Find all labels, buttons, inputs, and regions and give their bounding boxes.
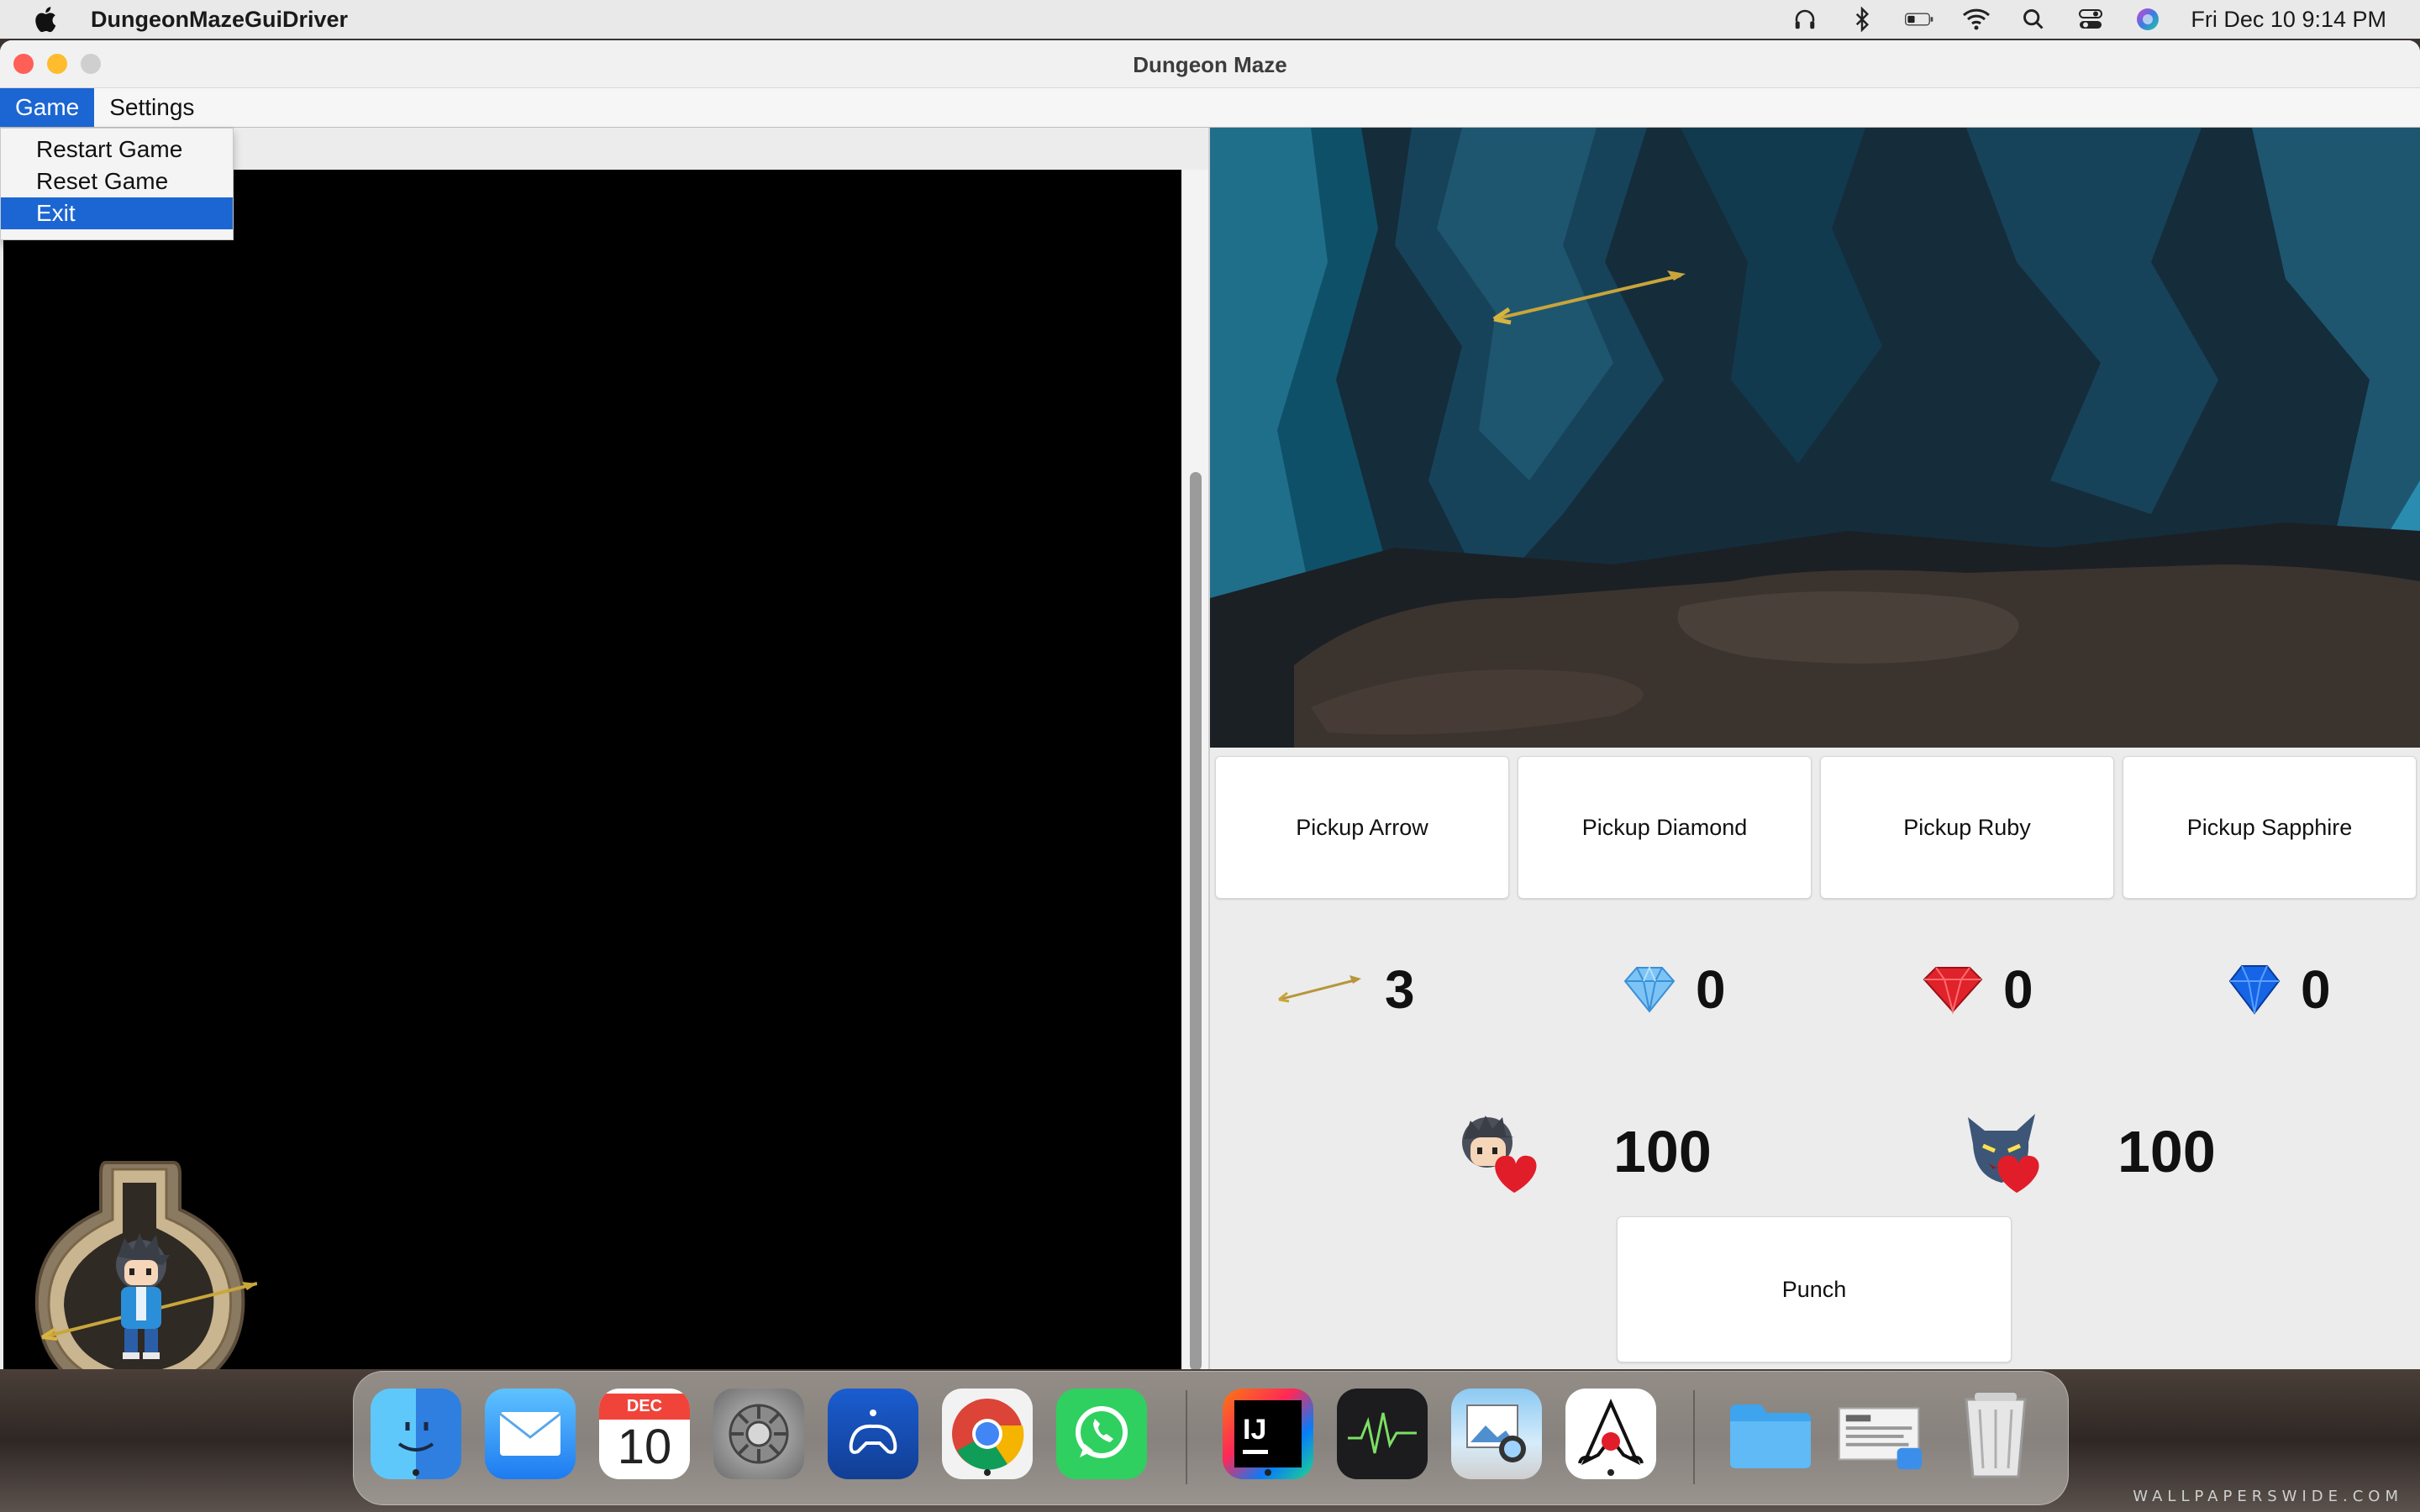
maze-vertical-scrollbar[interactable] [1183, 170, 1208, 1369]
menu-game[interactable]: Game [0, 88, 95, 127]
dock-separator-2 [1693, 1390, 1695, 1484]
sapphire-count: 0 [2301, 959, 2331, 1020]
arrow-inventory: 3 [1274, 956, 1415, 1023]
pickup-arrow-button[interactable]: Pickup Arrow [1215, 756, 1509, 899]
playstation-remote-icon[interactable] [828, 1389, 918, 1479]
wallpaper-watermark: WALLPAPERSWIDE.COM [2133, 1488, 2403, 1505]
player-health: 100 [1454, 1105, 1712, 1198]
menu-settings[interactable]: Settings [94, 88, 209, 127]
diamond-count: 0 [1696, 959, 1726, 1020]
battery-icon[interactable] [1905, 7, 1933, 32]
punch-button[interactable]: Punch [1617, 1216, 2012, 1362]
diamond-inventory: 0 [1622, 956, 1726, 1023]
menubar-clock[interactable]: Fri Dec 10 9:14 PM [2191, 7, 2386, 33]
bluetooth-icon[interactable] [1848, 7, 1876, 32]
intellij-icon[interactable]: IJ [1223, 1389, 1313, 1479]
headphones-icon[interactable] [1791, 7, 1819, 32]
system-menu-bar: DungeonMazeGuiDriver Fri Dec 10 9:14 PM [0, 0, 2420, 39]
window-title: Dungeon Maze [1133, 52, 1287, 77]
preview-icon[interactable] [1451, 1389, 1542, 1479]
java-app-icon[interactable] [1565, 1389, 1656, 1479]
java-app-running-dot [1607, 1469, 1614, 1476]
folder-icon[interactable] [1725, 1389, 1816, 1479]
search-icon[interactable] [2019, 7, 2048, 32]
intellij-label: IJ [1243, 1414, 1267, 1446]
arrow-icon [1278, 975, 1361, 1003]
ruby-icon [1923, 967, 1983, 1015]
maze-pane [0, 128, 1208, 1369]
finder-running-dot [413, 1469, 419, 1476]
vertical-scroll-thumb[interactable] [1190, 472, 1202, 1369]
wifi-icon[interactable] [1962, 7, 1991, 32]
calendar-day: 10 [617, 1419, 672, 1474]
chrome-running-dot [984, 1469, 991, 1476]
ruby-count: 0 [2003, 959, 2033, 1020]
apple-icon[interactable] [32, 4, 57, 34]
sapphire-icon [2228, 965, 2281, 1015]
window-titlebar[interactable]: Dungeon Maze [0, 40, 2420, 88]
intellij-running-dot [1265, 1469, 1271, 1476]
trash-icon[interactable] [1950, 1389, 2041, 1479]
screenshots-stack-icon[interactable] [1836, 1389, 1927, 1479]
monster-health: 100 [1958, 1105, 2216, 1198]
menu-item-exit[interactable]: Exit [1, 197, 233, 229]
activity-monitor-icon[interactable] [1337, 1389, 1428, 1479]
finder-icon[interactable] [371, 1389, 461, 1479]
calendar-month: DEC [599, 1393, 690, 1420]
menu-item-restart-game[interactable]: Restart Game [1, 134, 233, 165]
control-center-icon[interactable] [2076, 7, 2105, 32]
player-health-icon [1462, 1116, 1537, 1193]
app-menu-bar: Game Settings [0, 88, 2420, 129]
arrow-count: 3 [1385, 959, 1415, 1020]
pickup-ruby-button[interactable]: Pickup Ruby [1820, 756, 2114, 899]
app-window: Dungeon Maze Game Settings Restart Game … [0, 40, 2420, 1369]
ruby-inventory: 0 [1921, 956, 2033, 1023]
monster-health-value: 100 [2118, 1119, 2216, 1184]
chrome-icon[interactable] [942, 1389, 1033, 1479]
pickup-sapphire-button[interactable]: Pickup Sapphire [2123, 756, 2417, 899]
cave-scene-view [1210, 128, 2420, 748]
active-app-name[interactable]: DungeonMazeGuiDriver [91, 7, 348, 33]
dock-separator [1186, 1390, 1187, 1484]
game-menu-dropdown: Restart Game Reset Game Exit [0, 128, 234, 240]
pickup-diamond-button[interactable]: Pickup Diamond [1518, 756, 1812, 899]
player-room-tile [34, 1161, 257, 1369]
menu-item-reset-game[interactable]: Reset Game [1, 165, 233, 197]
diamond-icon [1623, 965, 1676, 1013]
player-health-value: 100 [1613, 1119, 1712, 1184]
calendar-icon[interactable]: DEC 10 [599, 1389, 690, 1479]
siri-icon[interactable] [2133, 7, 2162, 32]
whatsapp-icon[interactable] [1056, 1389, 1147, 1479]
mail-icon[interactable] [485, 1389, 576, 1479]
sapphire-inventory: 0 [2227, 956, 2331, 1023]
dock: DEC 10 IJ [353, 1371, 2069, 1505]
system-preferences-icon[interactable] [713, 1389, 804, 1479]
monster-health-icon [1968, 1114, 2039, 1193]
